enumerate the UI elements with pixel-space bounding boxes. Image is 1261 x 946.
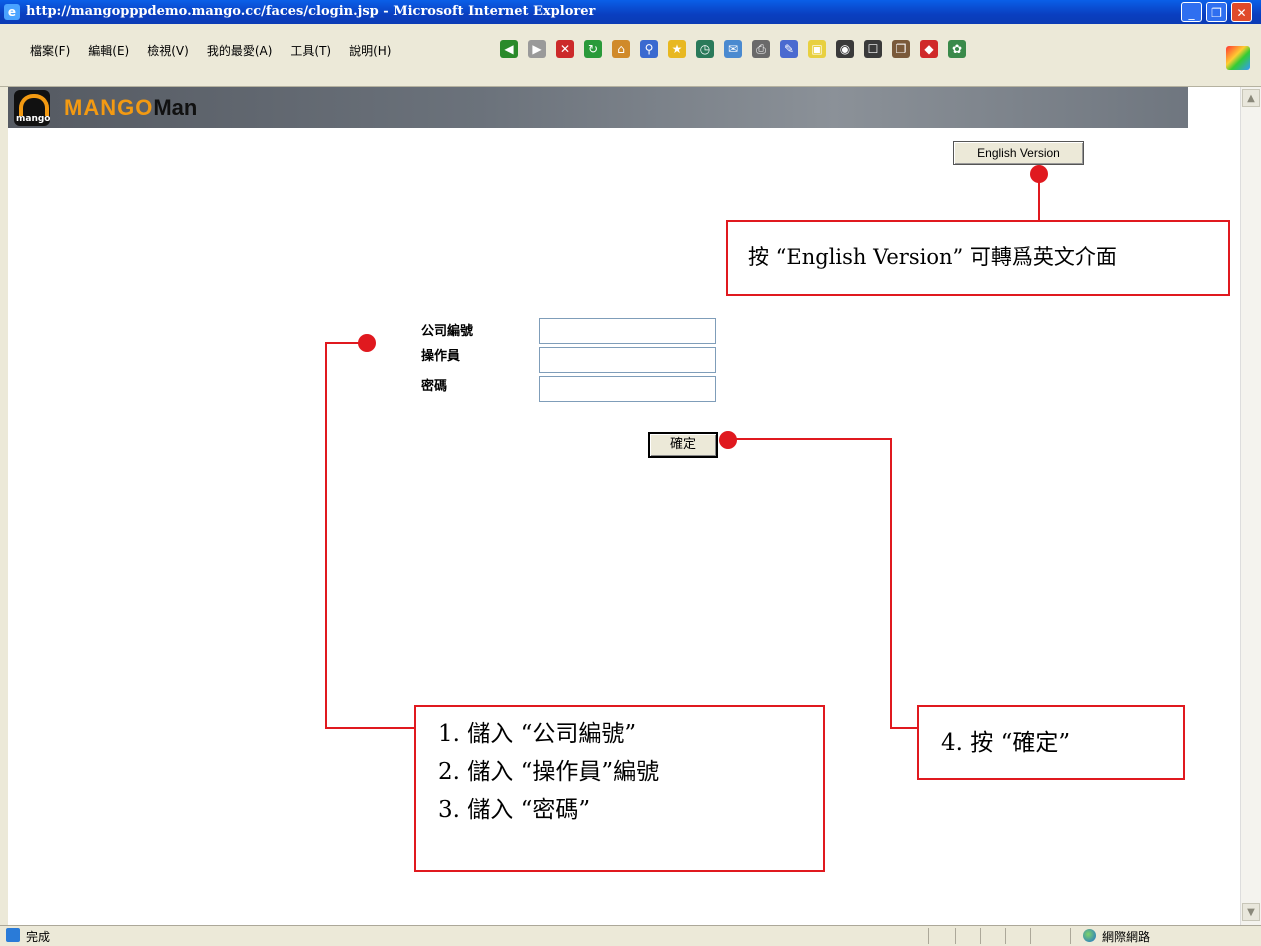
favorites-icon[interactable]: ★ [668, 40, 686, 58]
page-icon [6, 928, 20, 942]
menu-favorites[interactable]: 我的最愛(A) [207, 42, 273, 59]
mango-logo: mango [14, 90, 50, 126]
callout-line [890, 727, 918, 729]
status-bar: 完成 網際網路 [0, 925, 1261, 946]
search-icon[interactable]: ⚲ [640, 40, 658, 58]
window-title: http://mangopppdemo.mango.cc/faces/clogi… [26, 4, 596, 19]
callout-line [325, 727, 416, 729]
company-id-input[interactable] [539, 318, 716, 344]
forward-icon[interactable]: ▶ [528, 40, 546, 58]
menu-view[interactable]: 檢視(V) [147, 42, 189, 59]
callout-step-4: 4. 按 “確定” [917, 705, 1185, 780]
callout-line [890, 438, 892, 729]
callout-step-2: 2. 儲入 “操作員”編號 [438, 759, 660, 785]
back-icon[interactable]: ◀ [500, 40, 518, 58]
security-zone-text: 網際網路 [1102, 930, 1151, 944]
callout-line [1038, 178, 1040, 222]
brand-man: Man [153, 95, 198, 120]
mail-icon[interactable]: ✉ [724, 40, 742, 58]
ie-icon: e [4, 4, 20, 20]
minimize-button[interactable]: _ [1181, 2, 1202, 22]
callout-step-3: 3. 儲入 “密碼” [438, 797, 591, 823]
password-input[interactable] [539, 376, 716, 402]
history-icon[interactable]: ◷ [696, 40, 714, 58]
vertical-scrollbar[interactable]: ▲ ▼ [1240, 87, 1261, 925]
menu-edit[interactable]: 編輯(E) [88, 42, 129, 59]
internet-zone-icon [1083, 929, 1096, 942]
windows-logo-icon [1226, 46, 1250, 70]
browser-toolbar: 檔案(F) 編輯(E) 檢視(V) 我的最愛(A) 工具(T) 說明(H) ◀ ▶… [0, 24, 1261, 87]
status-text: 完成 [26, 930, 51, 944]
menu-bar: 檔案(F) 編輯(E) 檢視(V) 我的最愛(A) 工具(T) 說明(H) [30, 42, 391, 59]
english-version-button[interactable]: English Version [953, 141, 1084, 165]
header-banner: mango MANGOMan [8, 87, 1188, 128]
discuss-icon[interactable]: ▣ [808, 40, 826, 58]
research-icon[interactable]: ☐ [864, 40, 882, 58]
callout-english-text: 按 “English Version” 可轉爲英文介面 [748, 245, 1117, 269]
print-icon[interactable]: ⎙ [752, 40, 770, 58]
callout-steps: 1. 儲入 “公司編號” 2. 儲入 “操作員”編號 3. 儲入 “密碼” [414, 705, 825, 872]
menu-file[interactable]: 檔案(F) [30, 42, 70, 59]
toolbar-icons: ◀ ▶ ✕ ↻ ⌂ ⚲ ★ ◷ ✉ ⎙ ✎ ▣ ◉ ☐ ❐ ◆ ✿ [500, 40, 966, 58]
operator-label: 操作員 [421, 349, 461, 364]
operator-input[interactable] [539, 347, 716, 373]
callout-dot [719, 431, 737, 449]
messenger-icon[interactable]: ◉ [836, 40, 854, 58]
callout-english: 按 “English Version” 可轉爲英文介面 [726, 220, 1230, 296]
callout-step-1: 1. 儲入 “公司編號” [438, 721, 637, 747]
pdf-icon[interactable]: ◆ [920, 40, 938, 58]
home-icon[interactable]: ⌂ [612, 40, 630, 58]
extra-icon[interactable]: ✿ [948, 40, 966, 58]
edit-icon[interactable]: ✎ [780, 40, 798, 58]
refresh-icon[interactable]: ↻ [584, 40, 602, 58]
brand-name: MANGOMan [64, 95, 197, 121]
stop-icon[interactable]: ✕ [556, 40, 574, 58]
callout-line [735, 438, 891, 440]
menu-help[interactable]: 說明(H) [349, 42, 391, 59]
menu-tools[interactable]: 工具(T) [290, 42, 331, 59]
scroll-up-icon[interactable]: ▲ [1242, 89, 1260, 107]
ok-button[interactable]: 確定 [648, 432, 718, 458]
callout-line [325, 342, 327, 728]
scroll-down-icon[interactable]: ▼ [1242, 903, 1260, 921]
company-id-label: 公司編號 [421, 324, 474, 339]
window-title-bar: e http://mangopppdemo.mango.cc/faces/clo… [0, 0, 1261, 24]
password-label: 密碼 [421, 379, 448, 394]
brand-mango: MANGO [64, 95, 154, 120]
callout-step-4-text: 4. 按 “確定” [941, 730, 1071, 756]
bookmark-icon[interactable]: ❐ [892, 40, 910, 58]
callout-line [326, 342, 362, 344]
maximize-button[interactable]: ❐ [1206, 2, 1227, 22]
close-button[interactable]: ✕ [1231, 2, 1252, 22]
